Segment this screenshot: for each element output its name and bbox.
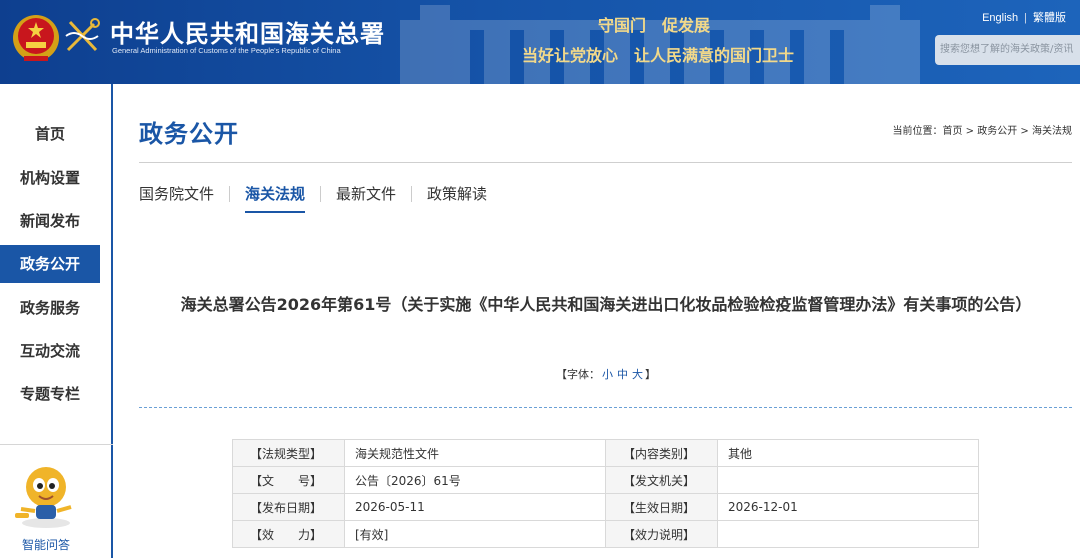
dashed-divider <box>139 407 1072 408</box>
tab-policy-interpretation[interactable]: 政策解读 <box>427 183 487 211</box>
meta-label-validity-note: 【效力说明】 <box>605 520 718 548</box>
font-size-open: 【字体： <box>556 368 600 381</box>
sidebar-item-organization[interactable]: 机构设置 <box>0 159 100 197</box>
table-row: 【发布日期】 2026-05-11 【生效日期】 2026-12-01 <box>232 493 979 521</box>
sidebar-item-news[interactable]: 新闻发布 <box>0 202 100 240</box>
title-divider <box>139 162 1072 163</box>
sidebar-item-home[interactable]: 首页 <box>0 115 100 153</box>
sidebar-item-services[interactable]: 政务服务 <box>0 289 100 327</box>
meta-label-issuing-authority: 【发文机关】 <box>605 466 718 494</box>
breadcrumb-customs-regulations[interactable]: 海关法规 <box>1032 126 1072 137</box>
language-switcher: English | 繁體版 <box>982 9 1066 25</box>
meta-value-issuing-authority <box>717 466 979 494</box>
traditional-chinese-link[interactable]: 繁體版 <box>1033 12 1066 24</box>
tab-latest-documents[interactable]: 最新文件 <box>336 183 396 211</box>
sidebar-item-interaction[interactable]: 互动交流 <box>0 332 100 370</box>
assistant-mascot-icon[interactable] <box>11 461 81 531</box>
font-size-medium-button[interactable]: 中 <box>617 368 628 381</box>
document-metadata-table: 【法规类型】 海关规范性文件 【内容类别】 其他 【文 号】 公告〔2026〕6… <box>232 439 979 548</box>
site-title[interactable]: 中华人民共和国海关总署 <box>110 14 385 49</box>
table-row: 【文 号】 公告〔2026〕61号 【发文机关】 <box>232 466 979 494</box>
page-title: 政务公开 <box>139 119 239 148</box>
font-size-small-button[interactable]: 小 <box>602 368 613 381</box>
meta-label-content-category: 【内容类别】 <box>605 439 718 467</box>
meta-label-publish-date: 【发布日期】 <box>232 493 345 521</box>
breadcrumb-separator: > <box>1017 126 1032 137</box>
meta-label-validity: 【效 力】 <box>232 520 345 548</box>
site-subtitle: General Administration of Customs of the… <box>112 46 341 55</box>
breadcrumb: 当前位置：首页 > 政务公开 > 海关法规 <box>893 122 1073 137</box>
customs-key-emblem-icon <box>65 18 100 52</box>
font-size-control: 【字体：小中大】 <box>0 366 1080 382</box>
tab-divider <box>229 186 231 202</box>
site-header: 中华人民共和国海关总署 General Administration of Cu… <box>0 0 1080 84</box>
meta-value-effective-date: 2026-12-01 <box>717 493 979 521</box>
sidebar-divider <box>0 444 113 445</box>
table-row: 【法规类型】 海关规范性文件 【内容类别】 其他 <box>232 439 979 467</box>
font-size-close: 】 <box>645 368 656 381</box>
meta-value-validity: [有效] <box>344 520 606 548</box>
meta-value-document-number: 公告〔2026〕61号 <box>344 466 606 494</box>
search-input[interactable]: 搜索您想了解的海关政策/资讯 <box>935 35 1080 65</box>
breadcrumb-prefix: 当前位置： <box>892 126 943 137</box>
national-emblem-icon <box>13 15 59 61</box>
table-row: 【效 力】 [有效] 【效力说明】 <box>232 520 979 548</box>
breadcrumb-separator: > <box>962 126 978 137</box>
english-link[interactable]: English <box>982 12 1018 24</box>
meta-value-publish-date: 2026-05-11 <box>344 493 606 521</box>
sidebar-item-government-affairs[interactable]: 政务公开 <box>0 245 100 283</box>
tab-customs-regulations[interactable]: 海关法规 <box>245 183 306 213</box>
slogan-line-1: 守国门 促发展 <box>598 16 711 35</box>
slogan-line-2: 当好让党放心 让人民满意的国门卫士 <box>522 46 795 65</box>
section-tabs: 国务院文件 海关法规 最新文件 政策解读 <box>139 183 487 213</box>
meta-value-regulation-type: 海关规范性文件 <box>344 439 606 467</box>
meta-label-effective-date: 【生效日期】 <box>605 493 718 521</box>
meta-value-content-category: 其他 <box>717 439 979 467</box>
meta-label-document-number: 【文 号】 <box>232 466 345 494</box>
font-size-large-button[interactable]: 大 <box>632 368 643 381</box>
breadcrumb-government-affairs[interactable]: 政务公开 <box>977 126 1017 137</box>
lang-divider: | <box>1024 12 1027 24</box>
assistant-label[interactable]: 智能问答 <box>0 536 92 553</box>
breadcrumb-home[interactable]: 首页 <box>943 126 963 137</box>
tab-state-council-documents[interactable]: 国务院文件 <box>139 183 214 211</box>
tab-divider <box>411 186 413 202</box>
meta-value-validity-note <box>717 520 979 548</box>
tab-divider <box>320 186 322 202</box>
sidebar-nav: 首页 机构设置 新闻发布 政务公开 政务服务 互动交流 专题专栏 智能问答 <box>0 84 113 558</box>
document-title: 海关总署公告2026年第61号（关于实施《中华人民共和国海关进出口化妆品检验检疫… <box>180 295 1032 314</box>
meta-label-regulation-type: 【法规类型】 <box>232 439 345 467</box>
